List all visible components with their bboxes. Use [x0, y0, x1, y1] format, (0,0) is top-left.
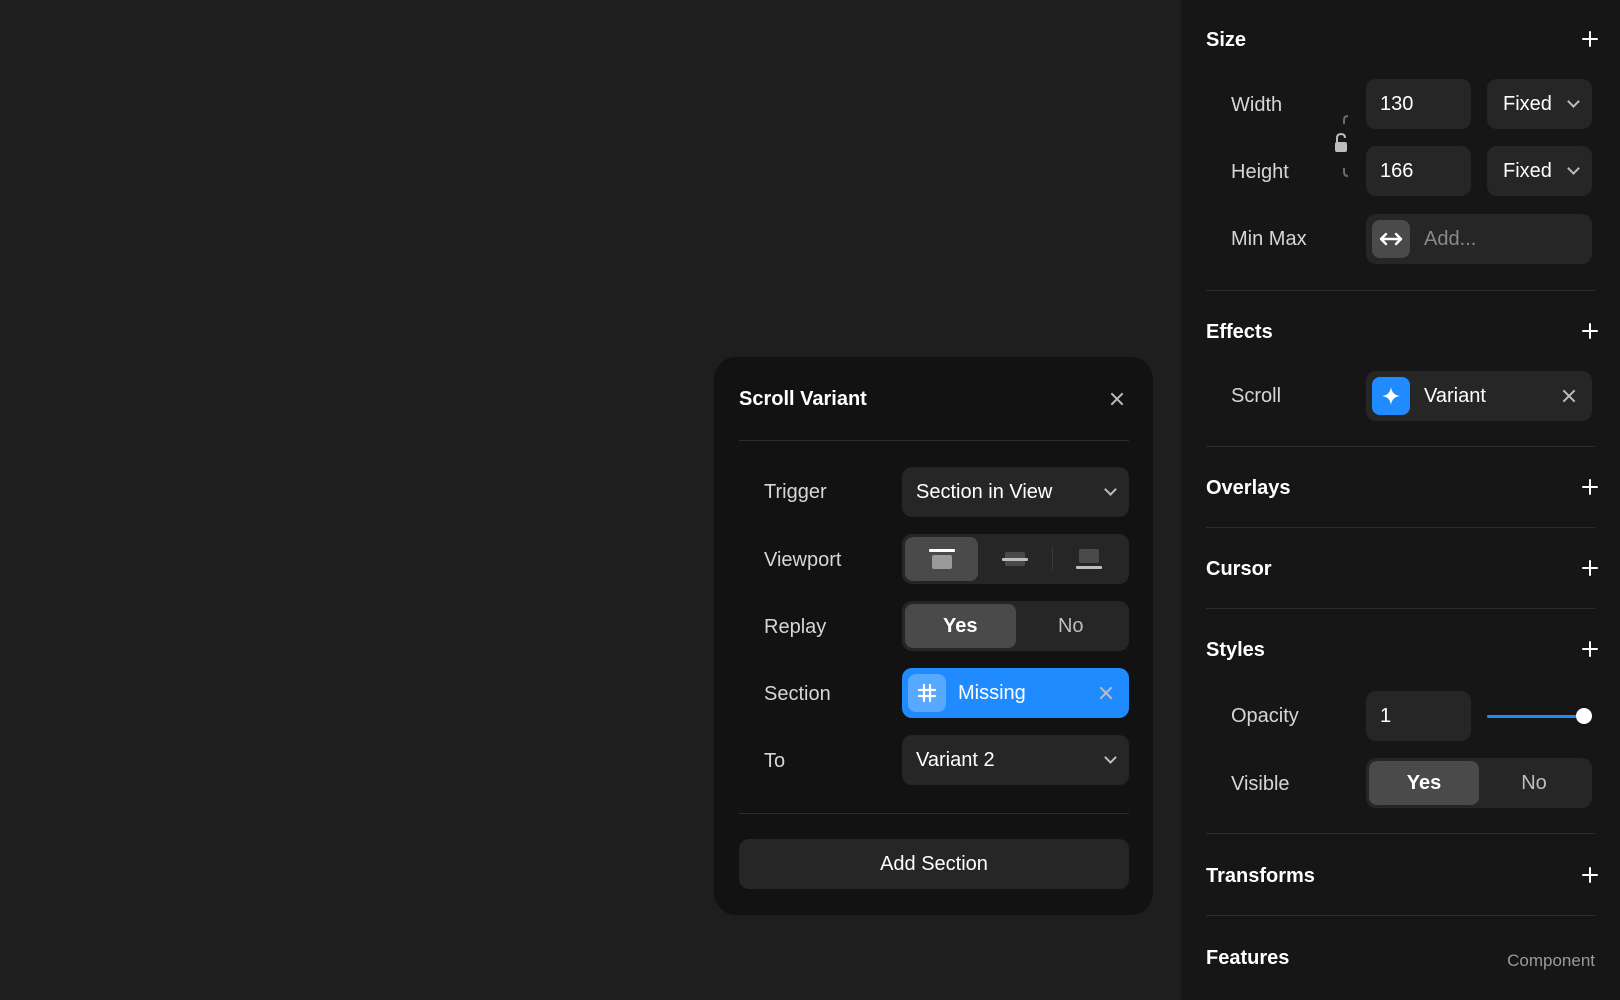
aspect-lock-icon[interactable] [1327, 112, 1349, 182]
replay-label: Replay [764, 616, 827, 638]
align-bottom-icon [1076, 549, 1103, 569]
styles-section-title: Styles [1206, 639, 1265, 661]
divider [1206, 608, 1595, 609]
overlays-section-title: Overlays [1206, 477, 1291, 499]
dialog-title: Scroll Variant [739, 388, 867, 410]
height-input[interactable]: 166 [1366, 146, 1471, 196]
visible-yes-option[interactable]: Yes [1369, 761, 1479, 805]
add-transform-plus-icon[interactable] [1580, 865, 1600, 885]
add-overlay-plus-icon[interactable] [1580, 477, 1600, 497]
minmax-placeholder: Add... [1424, 227, 1477, 250]
scroll-label: Scroll [1231, 385, 1282, 407]
opacity-label: Opacity [1231, 705, 1299, 727]
viewport-bottom-option[interactable] [1053, 537, 1126, 581]
width-mode-select[interactable]: Fixed [1487, 79, 1592, 129]
section-value: Missing [958, 681, 1026, 704]
to-variant-select[interactable]: Variant 2 [902, 735, 1129, 785]
visible-label: Visible [1231, 773, 1290, 795]
divider [1206, 527, 1595, 528]
align-center-icon [1001, 552, 1028, 566]
scroll-effect-value: Variant [1424, 384, 1486, 407]
replay-toggle[interactable]: Yes No [902, 601, 1129, 651]
trigger-label: Trigger [764, 481, 827, 503]
replay-no-option[interactable]: No [1016, 604, 1127, 648]
scroll-effect-chip[interactable]: Variant [1366, 371, 1592, 421]
height-value: 166 [1380, 159, 1414, 182]
transforms-section-title: Transforms [1206, 865, 1315, 887]
viewport-center-option[interactable] [978, 537, 1051, 581]
viewport-toggle[interactable] [902, 534, 1129, 584]
features-value[interactable]: Component [1507, 951, 1595, 971]
width-value: 130 [1380, 92, 1414, 115]
add-style-plus-icon[interactable] [1580, 639, 1600, 659]
chevron-down-icon [1567, 95, 1580, 108]
trigger-value: Section in View [916, 480, 1053, 503]
add-effect-plus-icon[interactable] [1580, 321, 1600, 341]
close-icon[interactable] [1562, 389, 1576, 403]
add-cursor-plus-icon[interactable] [1580, 558, 1600, 578]
replay-yes-option[interactable]: Yes [905, 604, 1016, 648]
section-chip[interactable]: Missing [902, 668, 1129, 718]
viewport-top-option[interactable] [905, 537, 979, 581]
sparkle-icon [1372, 377, 1410, 415]
opacity-input[interactable]: 1 [1366, 691, 1471, 741]
divider [739, 813, 1129, 814]
arrows-horizontal-icon [1372, 220, 1410, 258]
chevron-down-icon [1104, 483, 1117, 496]
trigger-select[interactable]: Section in View [902, 467, 1129, 517]
opacity-value: 1 [1380, 704, 1392, 727]
add-section-button[interactable]: Add Section [739, 839, 1129, 889]
width-mode-value: Fixed [1503, 92, 1552, 115]
frame-hash-icon [908, 674, 946, 712]
cursor-section-title: Cursor [1206, 558, 1272, 580]
visible-no-option[interactable]: No [1479, 761, 1589, 805]
section-label: Section [764, 683, 831, 705]
divider [739, 440, 1129, 441]
scroll-variant-dialog: Scroll Variant Trigger Section in View V… [714, 357, 1153, 915]
close-icon[interactable] [1099, 686, 1113, 700]
properties-panel: Size Width 130 Fixed Height 166 Fixed Mi… [1181, 0, 1620, 1000]
divider [1206, 446, 1595, 447]
opacity-slider[interactable] [1487, 706, 1592, 726]
effects-section-title: Effects [1206, 321, 1273, 343]
to-label: To [764, 750, 786, 772]
features-section-title: Features [1206, 947, 1290, 969]
chevron-down-icon [1567, 162, 1580, 175]
minmax-label: Min Max [1231, 228, 1307, 250]
height-label: Height [1231, 161, 1289, 183]
divider [1206, 290, 1595, 291]
viewport-label: Viewport [764, 549, 842, 571]
divider [1206, 915, 1595, 916]
minmax-field[interactable]: Add... [1366, 214, 1592, 264]
divider [1206, 833, 1595, 834]
add-size-plus-icon[interactable] [1580, 29, 1600, 49]
to-value: Variant 2 [916, 748, 995, 771]
chevron-down-icon [1104, 751, 1117, 764]
visible-toggle[interactable]: Yes No [1366, 758, 1592, 808]
height-mode-value: Fixed [1503, 159, 1552, 182]
size-section-title: Size [1206, 29, 1247, 51]
width-label: Width [1231, 94, 1283, 116]
align-top-icon [928, 549, 955, 569]
slider-thumb[interactable] [1576, 708, 1592, 724]
slider-fill [1487, 715, 1584, 718]
width-input[interactable]: 130 [1366, 79, 1471, 129]
height-mode-select[interactable]: Fixed [1487, 146, 1592, 196]
close-icon[interactable] [1110, 392, 1124, 406]
